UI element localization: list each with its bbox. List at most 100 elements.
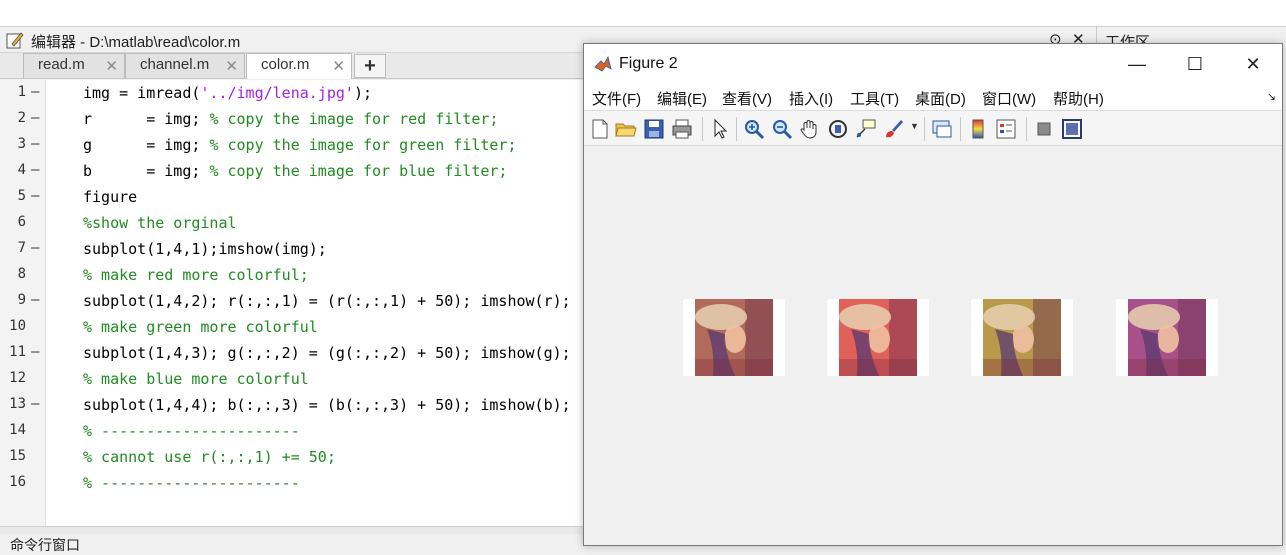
close-button[interactable]: ✕: [1230, 50, 1276, 78]
editor-title: 编辑器 - D:\matlab\read\color.m: [31, 34, 241, 51]
code-token: figure: [83, 188, 138, 206]
menu-overflow-icon[interactable]: ↘: [1267, 90, 1276, 103]
breakpoint-marker[interactable]: —: [31, 396, 39, 412]
line-number: 6: [17, 214, 26, 230]
breakpoint-marker[interactable]: —: [31, 136, 39, 152]
code-token: subplot(1,4,4); b(:,:,3) = (b(:,:,3) + 5…: [83, 396, 571, 414]
line-number: 10: [9, 318, 26, 334]
open-folder-icon[interactable]: [614, 117, 638, 141]
tab-close-icon[interactable]: ✕: [225, 57, 238, 75]
code-comment: % cannot use r(:,:,1) += 50;: [83, 448, 336, 466]
editor-pencil-icon: [6, 32, 24, 49]
tab-label: read.m: [38, 56, 85, 73]
save-icon[interactable]: [642, 117, 666, 141]
brush-icon[interactable]: [882, 117, 906, 141]
zoom-in-icon[interactable]: [742, 117, 766, 141]
tab-read-m[interactable]: read.m ✕: [23, 53, 125, 78]
code-text: subplot(1,4,2); r(:,:,1) = (r(:,:,1) + 5…: [83, 292, 571, 310]
breakpoint-marker[interactable]: —: [31, 344, 39, 360]
figure-canvas[interactable]: [584, 147, 1282, 545]
code-token: subplot(1,4,3); g(:,:,2) = (g(:,:,2) + 5…: [83, 344, 571, 362]
tab-close-icon[interactable]: ✕: [332, 57, 345, 75]
pointer-icon[interactable]: [708, 117, 732, 141]
menu-help[interactable]: 帮助(H): [1053, 88, 1104, 109]
toolbar-separator: [960, 117, 961, 141]
toolbar-separator: [924, 117, 925, 141]
brush-dropdown-icon[interactable]: ▼: [910, 121, 919, 131]
zoom-out-icon[interactable]: [770, 117, 794, 141]
command-window-label[interactable]: 命令行窗口: [10, 535, 80, 555]
code-text: subplot(1,4,3); g(:,:,2) = (g(:,:,2) + 5…: [83, 344, 571, 362]
hide-plot-tools-icon[interactable]: [1032, 117, 1056, 141]
code-text: subplot(1,4,1);imshow(img);: [83, 240, 327, 258]
menu-insert[interactable]: 插入(I): [789, 88, 833, 109]
line-number: 7: [17, 240, 26, 256]
breakpoint-marker[interactable]: —: [31, 110, 39, 126]
line-number: 8: [17, 266, 26, 282]
line-number: 15: [9, 448, 26, 464]
lena-image-red: [839, 299, 917, 376]
print-icon[interactable]: [670, 117, 694, 141]
code-text: figure: [83, 188, 137, 206]
breakpoint-marker[interactable]: —: [31, 292, 39, 308]
menu-window[interactable]: 窗口(W): [982, 88, 1036, 109]
legend-icon[interactable]: [994, 117, 1018, 141]
toolbar-separator: [702, 117, 703, 141]
new-file-icon[interactable]: [588, 117, 612, 141]
subplot-4-blue[interactable]: [1116, 299, 1218, 376]
code-token: g = img;: [83, 136, 210, 154]
breakpoint-marker[interactable]: —: [31, 84, 39, 100]
code-comment: % ----------------------: [83, 474, 300, 492]
tab-channel-m[interactable]: channel.m ✕: [125, 53, 245, 78]
code-comment: % make red more colorful;: [83, 266, 309, 284]
minimize-button[interactable]: —: [1114, 50, 1160, 78]
code-text: % make red more colorful;: [83, 266, 309, 284]
line-number: 3: [17, 136, 26, 152]
code-text: %show the orginal: [83, 214, 237, 232]
colorbar-icon[interactable]: [966, 117, 990, 141]
show-plot-tools-icon[interactable]: [1060, 117, 1084, 141]
menu-desktop[interactable]: 桌面(D): [915, 88, 966, 109]
rotate-3d-icon[interactable]: [826, 117, 850, 141]
code-comment: %show the orginal: [83, 214, 237, 232]
menu-view[interactable]: 查看(V): [722, 88, 772, 109]
subplot-2-red[interactable]: [827, 299, 929, 376]
subplot-1-original[interactable]: [683, 299, 785, 376]
figure-window: Figure 2 — ☐ ✕ 文件(F) 编辑(E) 查看(V) 插入(I) 工…: [583, 43, 1283, 546]
code-text: g = img; % copy the image for green filt…: [83, 136, 516, 154]
code-comment: % copy the image for blue filter;: [209, 162, 508, 180]
lena-image-original: [695, 299, 773, 376]
line-number: 11: [9, 344, 26, 360]
code-token: );: [353, 84, 372, 102]
breakpoint-marker[interactable]: —: [31, 162, 39, 178]
breakpoint-marker[interactable]: —: [31, 240, 39, 256]
menu-edit[interactable]: 编辑(E): [657, 88, 707, 109]
code-text: img = imread('../img/lena.jpg');: [83, 84, 372, 102]
figure-menubar: 文件(F) 编辑(E) 查看(V) 插入(I) 工具(T) 桌面(D) 窗口(W…: [584, 84, 1282, 110]
code-text: % make green more colorful: [83, 318, 318, 336]
code-comment: % copy the image for red filter;: [209, 110, 499, 128]
menu-file[interactable]: 文件(F): [592, 88, 641, 109]
code-text: % ----------------------: [83, 474, 300, 492]
toolbar-separator: [736, 117, 737, 141]
tab-close-icon[interactable]: ✕: [105, 57, 118, 75]
breakpoint-marker[interactable]: —: [31, 188, 39, 204]
tab-color-m[interactable]: color.m ✕: [246, 53, 352, 79]
line-number: 1: [17, 84, 26, 100]
add-tab-button[interactable]: +: [354, 54, 386, 78]
code-text: % cannot use r(:,:,1) += 50;: [83, 448, 336, 466]
code-comment: % make blue more colorful: [83, 370, 309, 388]
link-plot-icon[interactable]: [930, 117, 954, 141]
maximize-button[interactable]: ☐: [1172, 50, 1218, 78]
code-token: b = img;: [83, 162, 210, 180]
line-number: 2: [17, 110, 26, 126]
subplot-3-green[interactable]: [971, 299, 1073, 376]
line-number: 12: [9, 370, 26, 386]
menu-tools[interactable]: 工具(T): [850, 88, 899, 109]
top-strip: [0, 0, 1286, 27]
line-number: 14: [9, 422, 26, 438]
code-comment: % ----------------------: [83, 422, 300, 440]
lena-image-blue: [1128, 299, 1206, 376]
pan-hand-icon[interactable]: [798, 117, 822, 141]
data-cursor-icon[interactable]: [854, 117, 878, 141]
